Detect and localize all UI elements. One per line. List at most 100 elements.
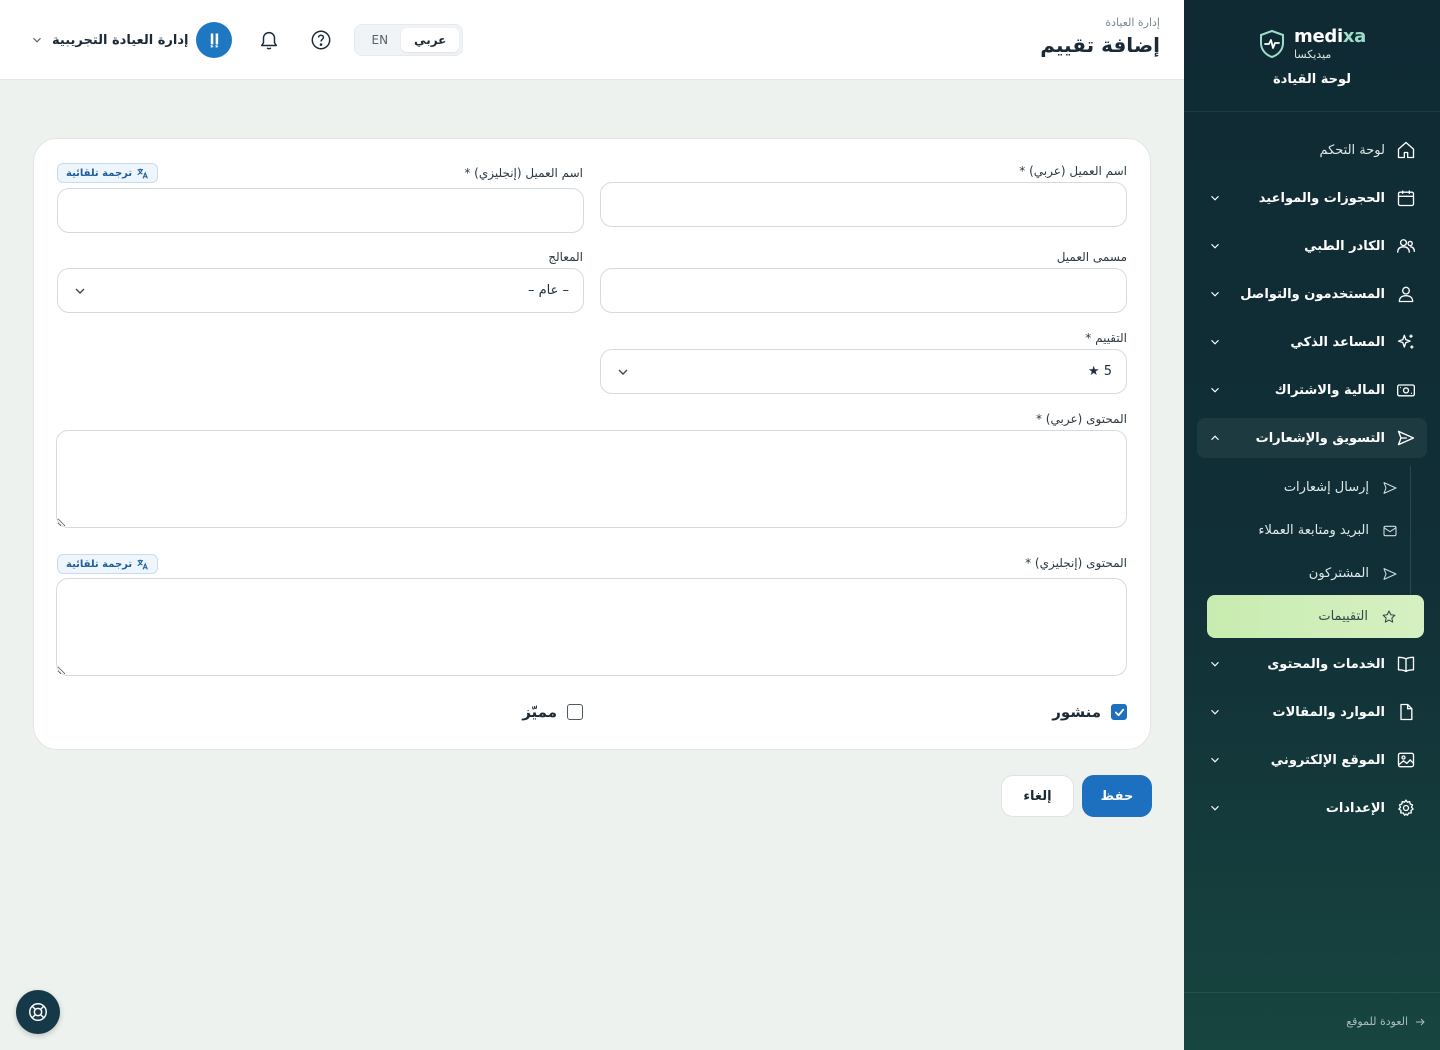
sidebar-subitem-label: التقييمات [1318, 609, 1368, 624]
published-toggle-row: منشور [1052, 703, 1127, 721]
rating-label: التقييم * [1085, 331, 1127, 345]
featured-checkbox[interactable] [567, 704, 583, 720]
brand-block: medixa ميديكسا لوحة القيادة [1184, 0, 1440, 112]
therapist-label: المعالج [548, 250, 583, 264]
gear-icon [1395, 797, 1417, 819]
sidebar-nav: لوحة التحكم الحجوزات والمواعيد الكادر ال… [1184, 112, 1440, 828]
sidebar-item-medical-staff[interactable]: الكادر الطبي [1197, 226, 1427, 266]
user-name: إدارة العيادة التجريبية [52, 32, 189, 48]
help-icon[interactable] [308, 27, 334, 53]
sidebar-item-label: التسويق والإشعارات [1255, 430, 1385, 446]
sidebar-item-label: المستخدمون والتواصل [1240, 286, 1385, 302]
sidebar-item-services[interactable]: الخدمات والمحتوى [1197, 644, 1427, 684]
cancel-button[interactable]: إلغاء [1001, 775, 1074, 817]
bell-icon[interactable] [256, 27, 282, 53]
brand-logo[interactable]: medixa ميديكسا [1184, 0, 1440, 60]
chevron-up-icon [1207, 430, 1223, 446]
auto-translate-button[interactable]: ترجمة تلقائية [57, 554, 159, 574]
client-title-label: مسمى العميل [1056, 250, 1127, 264]
sidebar-subitem-send-notifications[interactable]: إرسال إشعارات [1197, 466, 1411, 509]
content-ar-textarea[interactable] [56, 430, 1127, 528]
sparkles-icon [1395, 331, 1417, 353]
published-label: منشور [1052, 703, 1101, 721]
therapist-selected-value: – عام – [527, 283, 569, 298]
client-name-en-label: اسم العميل (إنجليزي) * [464, 166, 583, 180]
sidebar-item-label: المساعد الذكي [1290, 334, 1385, 350]
back-to-site-link[interactable]: العودة للموقع [1346, 1015, 1426, 1028]
brand-caption: لوحة القيادة [1272, 72, 1352, 87]
sidebar-item-settings[interactable]: الإعدادات [1197, 788, 1427, 828]
client-name-ar-input[interactable] [600, 182, 1127, 227]
book-icon [1395, 653, 1417, 675]
breadcrumb[interactable]: إدارة العيادة [1040, 16, 1160, 29]
featured-toggle-row: مميّز [522, 703, 583, 721]
sidebar-item-finance[interactable]: المالية والاشتراك [1197, 370, 1427, 410]
chevron-down-icon [1207, 190, 1223, 206]
content-en-label: المحتوى (إنجليزي) * [1025, 556, 1127, 570]
shield-logo-icon [1260, 29, 1284, 59]
rating-select[interactable]: 5 ★ [600, 349, 1127, 394]
sidebar-item-ai-assistant[interactable]: المساعد الذكي [1197, 322, 1427, 362]
therapist-select[interactable]: – عام – [57, 268, 584, 313]
chevron-down-icon [30, 33, 44, 47]
chevron-down-icon [1207, 286, 1223, 302]
client-title-input[interactable] [600, 268, 1127, 313]
sidebar-item-label: الإعدادات [1325, 800, 1385, 816]
lang-en-button[interactable]: EN [358, 28, 401, 52]
save-button[interactable]: حفظ [1082, 775, 1152, 817]
sidebar-subitem-mail[interactable]: البريد ومتابعة العملاء [1197, 509, 1411, 552]
chevron-down-icon [1207, 334, 1223, 350]
chevron-down-icon [1207, 800, 1223, 816]
chevron-down-icon [1207, 656, 1223, 672]
marketing-subnav: إرسال إشعارات البريد ومتابعة العملاء الم… [1197, 466, 1424, 638]
sidebar-item-label: الكادر الطبي [1304, 238, 1385, 254]
translate-sparkle-icon [136, 167, 149, 180]
sidebar-item-dashboard[interactable]: لوحة التحكم [1197, 130, 1427, 170]
sidebar-item-bookings[interactable]: الحجوزات والمواعيد [1197, 178, 1427, 218]
sidebar-item-label: المالية والاشتراك [1274, 382, 1385, 398]
sidebar-item-website[interactable]: الموقع الإلكتروني [1197, 740, 1427, 780]
sidebar-subitem-reviews[interactable]: التقييمات [1207, 595, 1424, 638]
brand-name-ar: ميديكسا [1294, 48, 1332, 61]
sidebar-item-label: الحجوزات والمواعيد [1258, 190, 1385, 206]
sidebar-subitem-label: المشتركون [1308, 566, 1369, 581]
published-checkbox[interactable] [1111, 704, 1127, 720]
chevron-down-icon [72, 283, 88, 299]
sidebar-item-users[interactable]: المستخدمون والتواصل [1197, 274, 1427, 314]
sidebar-subitem-subscribers[interactable]: المشتركون [1197, 552, 1411, 595]
send-icon [1381, 479, 1399, 497]
send-icon [1395, 427, 1417, 449]
sidebar-item-marketing[interactable]: التسويق والإشعارات [1197, 418, 1427, 458]
avatar: إإ [196, 22, 233, 58]
sidebar-item-resources[interactable]: الموارد والمقالات [1197, 692, 1427, 732]
sidebar-footer: العودة للموقع [1184, 992, 1440, 1050]
accessibility-widget-button[interactable] [16, 990, 60, 1034]
auto-translate-button[interactable]: ترجمة تلقائية [57, 163, 159, 183]
home-icon [1395, 139, 1417, 161]
star-icon [1380, 608, 1398, 626]
chevron-down-icon [615, 364, 631, 380]
brand-name-prefix: medi [1294, 26, 1343, 47]
translate-sparkle-icon [136, 558, 149, 571]
review-form-card: اسم العميل (عربي) * اسم العميل (إنجليزي)… [33, 138, 1151, 750]
sidebar-item-label: الموقع الإلكتروني [1270, 752, 1385, 768]
calendar-icon [1395, 187, 1417, 209]
client-name-ar-label: اسم العميل (عربي) * [1019, 164, 1127, 178]
user-menu[interactable]: إدارة العيادة التجريبية إإ [30, 22, 233, 58]
file-icon [1395, 701, 1417, 723]
chevron-down-icon [1207, 238, 1223, 254]
auto-translate-label: ترجمة تلقائية [66, 167, 133, 179]
brand-name: medixa [1294, 28, 1366, 46]
check-icon [1114, 708, 1124, 716]
brand-name-suffix: xa [1342, 26, 1366, 47]
auto-translate-label: ترجمة تلقائية [66, 558, 133, 570]
header-tools: إدارة العيادة التجريبية إإ EN عربي [30, 20, 464, 60]
lang-ar-button[interactable]: عربي [401, 28, 460, 52]
users-icon [1395, 235, 1417, 257]
content-ar-label: المحتوى (عربي) * [1035, 412, 1127, 426]
sidebar-subitem-label: البريد ومتابعة العملاء [1258, 523, 1369, 538]
sidebar: medixa ميديكسا لوحة القيادة لوحة التحكم … [1184, 0, 1440, 1050]
content-en-textarea[interactable] [56, 578, 1127, 676]
client-name-en-input[interactable] [57, 188, 584, 233]
chevron-down-icon [1207, 704, 1223, 720]
